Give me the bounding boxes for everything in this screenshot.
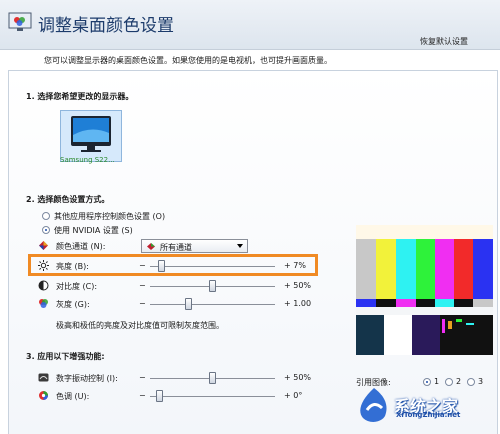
ref-radio-2[interactable] bbox=[445, 378, 453, 386]
contrast-value: + 50% bbox=[284, 281, 312, 290]
hue-minus: − bbox=[139, 391, 146, 400]
ref-radio-2-label: 2 bbox=[456, 377, 462, 386]
contrast-label: 对比度 (C): bbox=[56, 282, 98, 291]
ref-radio-1[interactable] bbox=[423, 378, 431, 386]
chevron-down-icon bbox=[237, 244, 243, 248]
intro-text: 您可以调整显示器的桌面颜色设置。如果您使用的是电视机，也可提升画面质量。 bbox=[44, 56, 332, 65]
radio-other-apps[interactable] bbox=[42, 212, 50, 220]
display-tile[interactable] bbox=[60, 110, 122, 162]
contrast-minus: − bbox=[139, 281, 146, 290]
restore-defaults-link[interactable]: 恢复默认设置 bbox=[420, 36, 468, 47]
watermark-url: XiTongZhiJia.net bbox=[396, 411, 461, 419]
display-label: Samsung S22... bbox=[60, 156, 115, 164]
section-1-title: 1. 选择您希望更改的显示器。 bbox=[26, 92, 134, 101]
slider-thumb[interactable] bbox=[209, 280, 216, 292]
slider-thumb[interactable] bbox=[156, 390, 163, 402]
slider-track bbox=[150, 304, 275, 305]
radio-nvidia-settings[interactable] bbox=[42, 226, 50, 234]
ref-radio-3[interactable] bbox=[467, 378, 475, 386]
watermark-logo-icon bbox=[360, 388, 387, 422]
section-3-title: 3. 应用以下增强功能: bbox=[26, 352, 105, 361]
channel-value-icon bbox=[147, 243, 155, 250]
gamma-label: 灰度 (G): bbox=[56, 300, 90, 309]
channel-select[interactable]: 所有通道 bbox=[141, 239, 248, 253]
slider-thumb[interactable] bbox=[209, 372, 216, 384]
radio-other-apps-label: 其他应用程序控制颜色设置 (O) bbox=[54, 212, 166, 221]
gamma-minus: − bbox=[139, 299, 146, 308]
vibrance-minus: − bbox=[139, 373, 146, 382]
hue-label: 色调 (U): bbox=[56, 392, 90, 401]
brightness-highlight-box bbox=[28, 254, 318, 276]
hue-icon bbox=[39, 391, 48, 400]
radio-nvidia-settings-label: 使用 NVIDIA 设置 (S) bbox=[54, 226, 133, 235]
vibrance-icon bbox=[38, 373, 49, 382]
slider-track bbox=[150, 396, 275, 397]
monitor-icon bbox=[71, 116, 111, 152]
slider-thumb[interactable] bbox=[185, 298, 192, 310]
vibrance-label: 数字振动控制 (I): bbox=[56, 374, 118, 383]
ref-radio-1-label: 1 bbox=[434, 377, 440, 386]
gamma-value: + 1.00 bbox=[284, 299, 312, 308]
monitor-color-icon bbox=[8, 12, 32, 31]
hue-value: + 0° bbox=[284, 391, 303, 400]
vibrance-value: + 50% bbox=[284, 373, 312, 382]
rgb-circles-icon bbox=[39, 299, 48, 308]
ref-radio-3-label: 3 bbox=[478, 377, 484, 386]
section-2-title: 2. 选择颜色设置方式。 bbox=[26, 195, 110, 204]
channel-select-value: 所有通道 bbox=[160, 243, 192, 252]
contrast-icon bbox=[38, 280, 49, 291]
channel-label: 颜色通道 (N): bbox=[56, 242, 106, 251]
color-channel-icon bbox=[39, 241, 48, 250]
reference-test-pattern bbox=[356, 225, 493, 355]
range-note: 极高和极低的亮度及对比度值可限制灰度范围。 bbox=[56, 321, 224, 330]
page-title: 调整桌面颜色设置 bbox=[38, 16, 174, 36]
